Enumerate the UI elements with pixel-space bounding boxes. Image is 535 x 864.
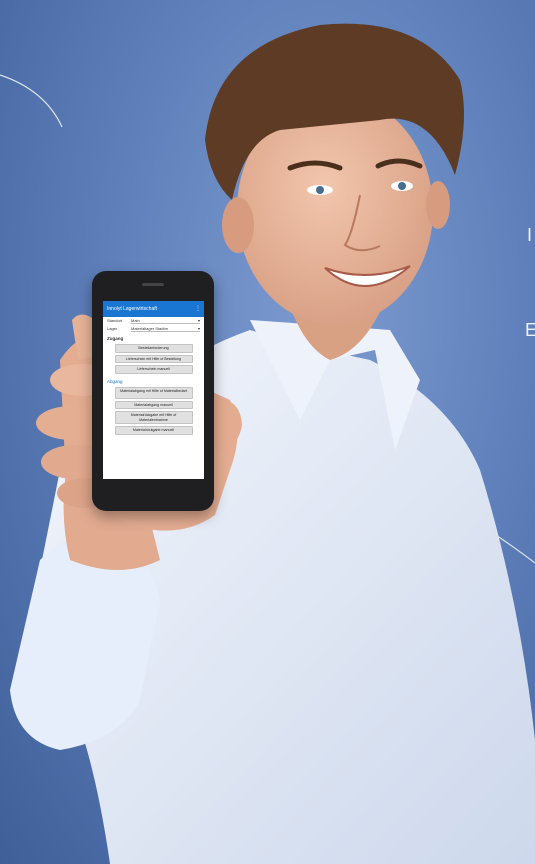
edge-text-1: I: [527, 225, 533, 245]
field-value[interactable]: Materiallager Stadtm ▾: [131, 326, 200, 332]
button-materialabgang-manuell[interactable]: Materialabgang manuell: [114, 400, 193, 409]
button-lieferschein-manuell[interactable]: Lieferschein manuell: [114, 365, 193, 374]
overflow-menu-icon[interactable]: ⋮: [195, 301, 201, 317]
left-ear: [222, 197, 254, 253]
speaker-grill: [142, 283, 164, 286]
dropdown-caret-icon: ▾: [197, 326, 200, 331]
field-value-text: Main: [131, 318, 140, 323]
field-lager[interactable]: Lager Materiallager Stadtm ▾: [103, 325, 204, 333]
field-value[interactable]: Main ▾: [131, 318, 200, 324]
field-standort[interactable]: Standort Main ▾: [103, 317, 204, 325]
app-title: Innolyt Lagerwirtschaft: [107, 306, 158, 312]
phone-bottom-bezel: [92, 485, 214, 505]
section-title-zugang: Zugang: [107, 336, 124, 341]
decorative-arc-top-left: [0, 74, 63, 128]
field-value-text: Materiallager Stadtm: [131, 326, 168, 331]
edge-text-2: E: [525, 320, 535, 340]
button-materialrueckgabe-manuell[interactable]: Materialrückgabe manuell: [114, 426, 193, 435]
field-label: Standort: [107, 318, 123, 323]
button-lieferschein-bestellung[interactable]: Lieferschein mit Hilfe of Bestellung: [114, 354, 193, 363]
button-bestellanforderung[interactable]: Bestellanforderung: [114, 344, 193, 353]
smartphone: Innolyt Lagerwirtschaft ⋮ Standort Main …: [92, 271, 214, 511]
button-materialrueckgabe-entnahme[interactable]: Materialrückgabe mit Hilfe of Materialen…: [114, 411, 193, 424]
phone-screen: Innolyt Lagerwirtschaft ⋮ Standort Main …: [103, 301, 204, 479]
button-materialabgang-bedarf[interactable]: Materialabgang mit Hilfe of Materialbeda…: [114, 386, 193, 399]
right-ear: [426, 181, 450, 229]
dropdown-caret-icon: ▾: [197, 318, 200, 323]
photo-scene: [0, 23, 535, 864]
app-bar: Innolyt Lagerwirtschaft ⋮: [103, 301, 204, 317]
field-label: Lager: [107, 326, 118, 331]
section-title-abgang: Abgang: [107, 378, 123, 384]
